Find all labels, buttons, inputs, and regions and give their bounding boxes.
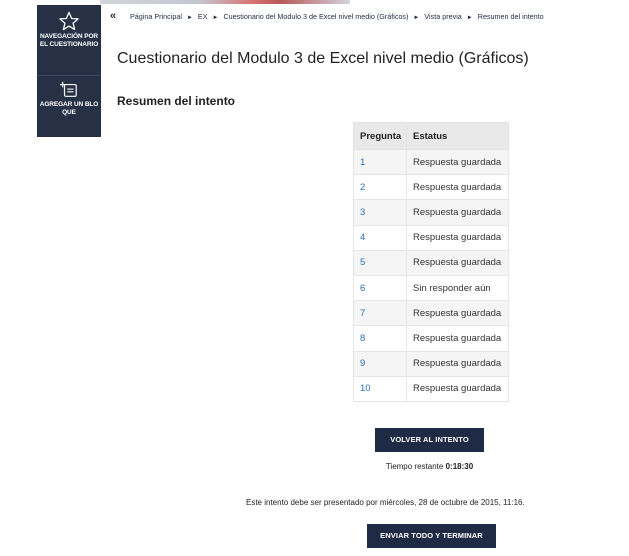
question-link[interactable]: 2 [360,182,365,193]
question-number-cell: 3 [353,199,407,226]
time-remaining-value: 0:18:30 [445,462,474,471]
column-header-question: Pregunta [353,122,407,150]
question-link[interactable]: 8 [360,333,365,344]
question-link[interactable]: 7 [360,308,365,319]
breadcrumb-quiz-link[interactable]: Cuestionario del Modulo 3 de Excel nivel… [223,12,408,21]
breadcrumb-home-link[interactable]: Página Principal [130,12,182,21]
status-cell: Respuesta guardada [406,300,509,327]
table-row: 5 Respuesta guardada [353,249,509,276]
question-link[interactable]: 4 [360,232,365,243]
attempt-summary-table: Pregunta Estatus 1 Respuesta guardada 2 … [353,122,509,402]
status-cell: Respuesta guardada [406,325,509,352]
question-link[interactable]: 9 [360,358,365,369]
question-number-cell: 10 [353,375,407,402]
top-decorative-strip [100,0,350,4]
question-link[interactable]: 1 [360,157,365,168]
column-header-status: Estatus [406,122,509,150]
section-title: Resumen del intento [117,94,236,108]
table-header-row: Pregunta Estatus [353,122,509,150]
page-title: Cuestionario del Modulo 3 de Excel nivel… [117,50,529,67]
question-link[interactable]: 6 [360,283,365,294]
table-row: 10 Respuesta guardada [353,375,509,402]
quiz-navigation-label: NAVEGACIÓN POR EL CUESTIONARIO [39,33,99,48]
question-number-cell: 2 [353,174,407,201]
submit-all-and-finish-button[interactable]: ENVIAR TODO Y TERMINAR [367,524,496,548]
breadcrumb-course-link[interactable]: EX [198,12,208,21]
status-cell: Respuesta guardada [406,199,509,226]
question-number-cell: 1 [353,148,407,176]
status-cell: Respuesta guardada [406,148,509,176]
time-remaining-label: Tiempo restante [385,462,444,471]
collapse-dock-button[interactable]: « [106,9,120,23]
breadcrumb-current: Resumen del intento [477,12,544,21]
deadline-notice: Este intento debe ser presentado por mié… [246,498,525,507]
quiz-navigation-block-button[interactable]: NAVEGACIÓN POR EL CUESTIONARIO [37,11,101,49]
question-number-cell: 5 [353,249,407,276]
status-cell: Respuesta guardada [406,224,509,251]
dock-divider [37,75,101,76]
question-number-cell: 8 [353,325,407,352]
status-cell: Sin responder aún [406,274,509,302]
table-row: 3 Respuesta guardada [353,199,509,226]
question-number-cell: 9 [353,350,407,377]
status-cell: Respuesta guardada [406,375,509,402]
add-block-label: AGREGAR UN BLOQUE [39,101,99,116]
status-cell: Respuesta guardada [406,350,509,377]
star-outline-icon [59,11,79,31]
breadcrumb-preview-link[interactable]: Vista previa [424,12,461,21]
question-link[interactable]: 3 [360,207,365,218]
block-dock: NAVEGACIÓN POR EL CUESTIONARIO AGREGAR U… [37,5,101,137]
time-remaining: Tiempo restante 0:18:30 [375,462,484,471]
return-to-attempt-button[interactable]: VOLVER AL INTENTO [375,428,484,452]
question-number-cell: 7 [353,300,407,327]
breadcrumb-separator-icon: ► [212,15,219,21]
add-block-icon [60,81,77,97]
table-row: 8 Respuesta guardada [353,325,509,352]
table-row: 6 Sin responder aún [353,274,509,302]
question-link[interactable]: 5 [360,257,365,268]
status-cell: Respuesta guardada [406,174,509,201]
table-row: 7 Respuesta guardada [353,300,509,327]
breadcrumb-separator-icon: ► [466,15,473,21]
question-link[interactable]: 10 [360,383,371,394]
table-row: 9 Respuesta guardada [353,350,509,377]
add-block-button[interactable]: AGREGAR UN BLOQUE [37,81,101,117]
table-row: 4 Respuesta guardada [353,224,509,251]
table-row: 2 Respuesta guardada [353,174,509,201]
question-number-cell: 4 [353,224,407,251]
question-number-cell: 6 [353,274,407,302]
status-cell: Respuesta guardada [406,249,509,276]
breadcrumb-separator-icon: ► [413,15,420,21]
breadcrumb-separator-icon: ► [186,15,193,21]
table-row: 1 Respuesta guardada [353,148,509,176]
breadcrumb: Página Principal ► EX ► Cuestionario del Mod… [130,12,544,21]
